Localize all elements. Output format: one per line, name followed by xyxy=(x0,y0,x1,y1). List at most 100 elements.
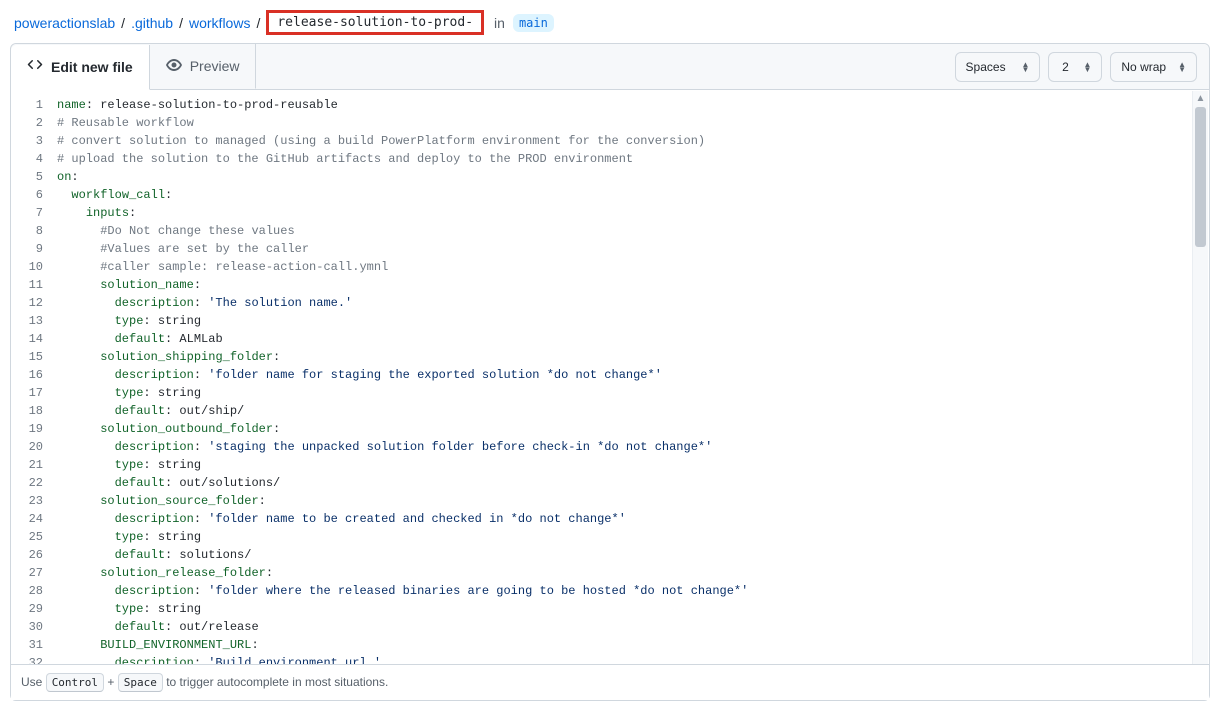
kbd-space: Space xyxy=(118,673,163,692)
code-line: 11 solution_name: xyxy=(11,276,1209,294)
code-line: 28 description: 'folder where the releas… xyxy=(11,582,1209,600)
line-number: 23 xyxy=(11,492,57,510)
code-content: solution_shipping_folder: xyxy=(57,348,1209,366)
line-number: 26 xyxy=(11,546,57,564)
code-icon xyxy=(27,57,43,76)
line-number: 10 xyxy=(11,258,57,276)
line-number: 4 xyxy=(11,150,57,168)
code-content: solution_name: xyxy=(57,276,1209,294)
code-line: 16 description: 'folder name for staging… xyxy=(11,366,1209,384)
code-content: default: ALMLab xyxy=(57,330,1209,348)
tab-bar: Edit new file Preview Spaces ▲▼ 2 ▲▼ No … xyxy=(11,44,1209,90)
scrollbar[interactable]: ▲ ▼ xyxy=(1192,91,1208,699)
code-line: 7 inputs: xyxy=(11,204,1209,222)
eye-icon xyxy=(166,57,182,76)
tab-edit[interactable]: Edit new file xyxy=(11,45,150,90)
code-content: # Reusable workflow xyxy=(57,114,1209,132)
breadcrumb-path-workflows[interactable]: workflows xyxy=(189,15,250,31)
code-line: 9 #Values are set by the caller xyxy=(11,240,1209,258)
line-number: 8 xyxy=(11,222,57,240)
breadcrumb-in: in xyxy=(494,15,505,31)
breadcrumb-sep: / xyxy=(179,15,183,31)
line-number: 1 xyxy=(11,96,57,114)
code-content: #caller sample: release-action-call.ymnl xyxy=(57,258,1209,276)
code-line: 27 solution_release_folder: xyxy=(11,564,1209,582)
indent-mode-select[interactable]: Spaces ▲▼ xyxy=(955,52,1041,82)
line-number: 29 xyxy=(11,600,57,618)
code-line: 8 #Do Not change these values xyxy=(11,222,1209,240)
line-number: 18 xyxy=(11,402,57,420)
code-content: description: 'The solution name.' xyxy=(57,294,1209,312)
line-number: 6 xyxy=(11,186,57,204)
code-content: default: out/release xyxy=(57,618,1209,636)
code-line: 20 description: 'staging the unpacked so… xyxy=(11,438,1209,456)
indent-size-value: 2 xyxy=(1059,60,1071,74)
wrap-select[interactable]: No wrap ▲▼ xyxy=(1110,52,1197,82)
scroll-thumb[interactable] xyxy=(1195,107,1206,247)
code-line: 15 solution_shipping_folder: xyxy=(11,348,1209,366)
code-content: # convert solution to managed (using a b… xyxy=(57,132,1209,150)
code-content: solution_source_folder: xyxy=(57,492,1209,510)
filename-input[interactable]: release-solution-to-prod- xyxy=(266,10,484,35)
breadcrumb-sep: / xyxy=(121,15,125,31)
code-line: 31 BUILD_ENVIRONMENT_URL: xyxy=(11,636,1209,654)
line-number: 17 xyxy=(11,384,57,402)
code-line: 17 type: string xyxy=(11,384,1209,402)
code-content: BUILD_ENVIRONMENT_URL: xyxy=(57,636,1209,654)
line-number: 15 xyxy=(11,348,57,366)
line-number: 12 xyxy=(11,294,57,312)
tab-edit-label: Edit new file xyxy=(51,59,133,75)
code-line: 29 type: string xyxy=(11,600,1209,618)
indent-size-select[interactable]: 2 ▲▼ xyxy=(1048,52,1102,82)
line-number: 3 xyxy=(11,132,57,150)
tab-preview-label: Preview xyxy=(190,58,240,74)
hint-pre: Use xyxy=(21,675,46,689)
wrap-value: No wrap xyxy=(1121,60,1166,74)
code-line: 21 type: string xyxy=(11,456,1209,474)
updown-icon: ▲▼ xyxy=(1083,62,1091,72)
line-number: 30 xyxy=(11,618,57,636)
line-number: 25 xyxy=(11,528,57,546)
code-content: type: string xyxy=(57,528,1209,546)
code-content: solution_release_folder: xyxy=(57,564,1209,582)
code-content: description: 'folder name to be created … xyxy=(57,510,1209,528)
branch-chip[interactable]: main xyxy=(513,14,554,32)
line-number: 16 xyxy=(11,366,57,384)
editor-container: Edit new file Preview Spaces ▲▼ 2 ▲▼ No … xyxy=(10,43,1210,701)
hint-plus: + xyxy=(107,675,117,689)
code-content: solution_outbound_folder: xyxy=(57,420,1209,438)
code-area: 1name: release-solution-to-prod-reusable… xyxy=(11,90,1209,700)
breadcrumb: poweractionslab / .github / workflows / … xyxy=(0,0,1220,43)
line-number: 7 xyxy=(11,204,57,222)
code-content: description: 'folder name for staging th… xyxy=(57,366,1209,384)
code-content: description: 'staging the unpacked solut… xyxy=(57,438,1209,456)
code-content: type: string xyxy=(57,600,1209,618)
code-line: 18 default: out/ship/ xyxy=(11,402,1209,420)
code-content: type: string xyxy=(57,456,1209,474)
breadcrumb-sep: / xyxy=(256,15,260,31)
code-line: 23 solution_source_folder: xyxy=(11,492,1209,510)
editor-options: Spaces ▲▼ 2 ▲▼ No wrap ▲▼ xyxy=(955,52,1209,82)
breadcrumb-path-github[interactable]: .github xyxy=(131,15,173,31)
line-number: 27 xyxy=(11,564,57,582)
code-content: type: string xyxy=(57,312,1209,330)
scroll-up-button[interactable]: ▲ xyxy=(1193,91,1208,107)
tab-preview[interactable]: Preview xyxy=(150,44,257,89)
indent-mode-value: Spaces xyxy=(966,60,1010,74)
line-number: 20 xyxy=(11,438,57,456)
code-content: default: out/ship/ xyxy=(57,402,1209,420)
line-number: 21 xyxy=(11,456,57,474)
line-number: 5 xyxy=(11,168,57,186)
code-line: 13 type: string xyxy=(11,312,1209,330)
code-content: #Values are set by the caller xyxy=(57,240,1209,258)
code-content: #Do Not change these values xyxy=(57,222,1209,240)
code-line: 12 description: 'The solution name.' xyxy=(11,294,1209,312)
code-line: 4# upload the solution to the GitHub art… xyxy=(11,150,1209,168)
code-editor[interactable]: 1name: release-solution-to-prod-reusable… xyxy=(11,90,1209,700)
line-number: 19 xyxy=(11,420,57,438)
breadcrumb-repo[interactable]: poweractionslab xyxy=(14,15,115,31)
code-line: 25 type: string xyxy=(11,528,1209,546)
code-line: 2# Reusable workflow xyxy=(11,114,1209,132)
code-line: 3# convert solution to managed (using a … xyxy=(11,132,1209,150)
code-line: 10 #caller sample: release-action-call.y… xyxy=(11,258,1209,276)
